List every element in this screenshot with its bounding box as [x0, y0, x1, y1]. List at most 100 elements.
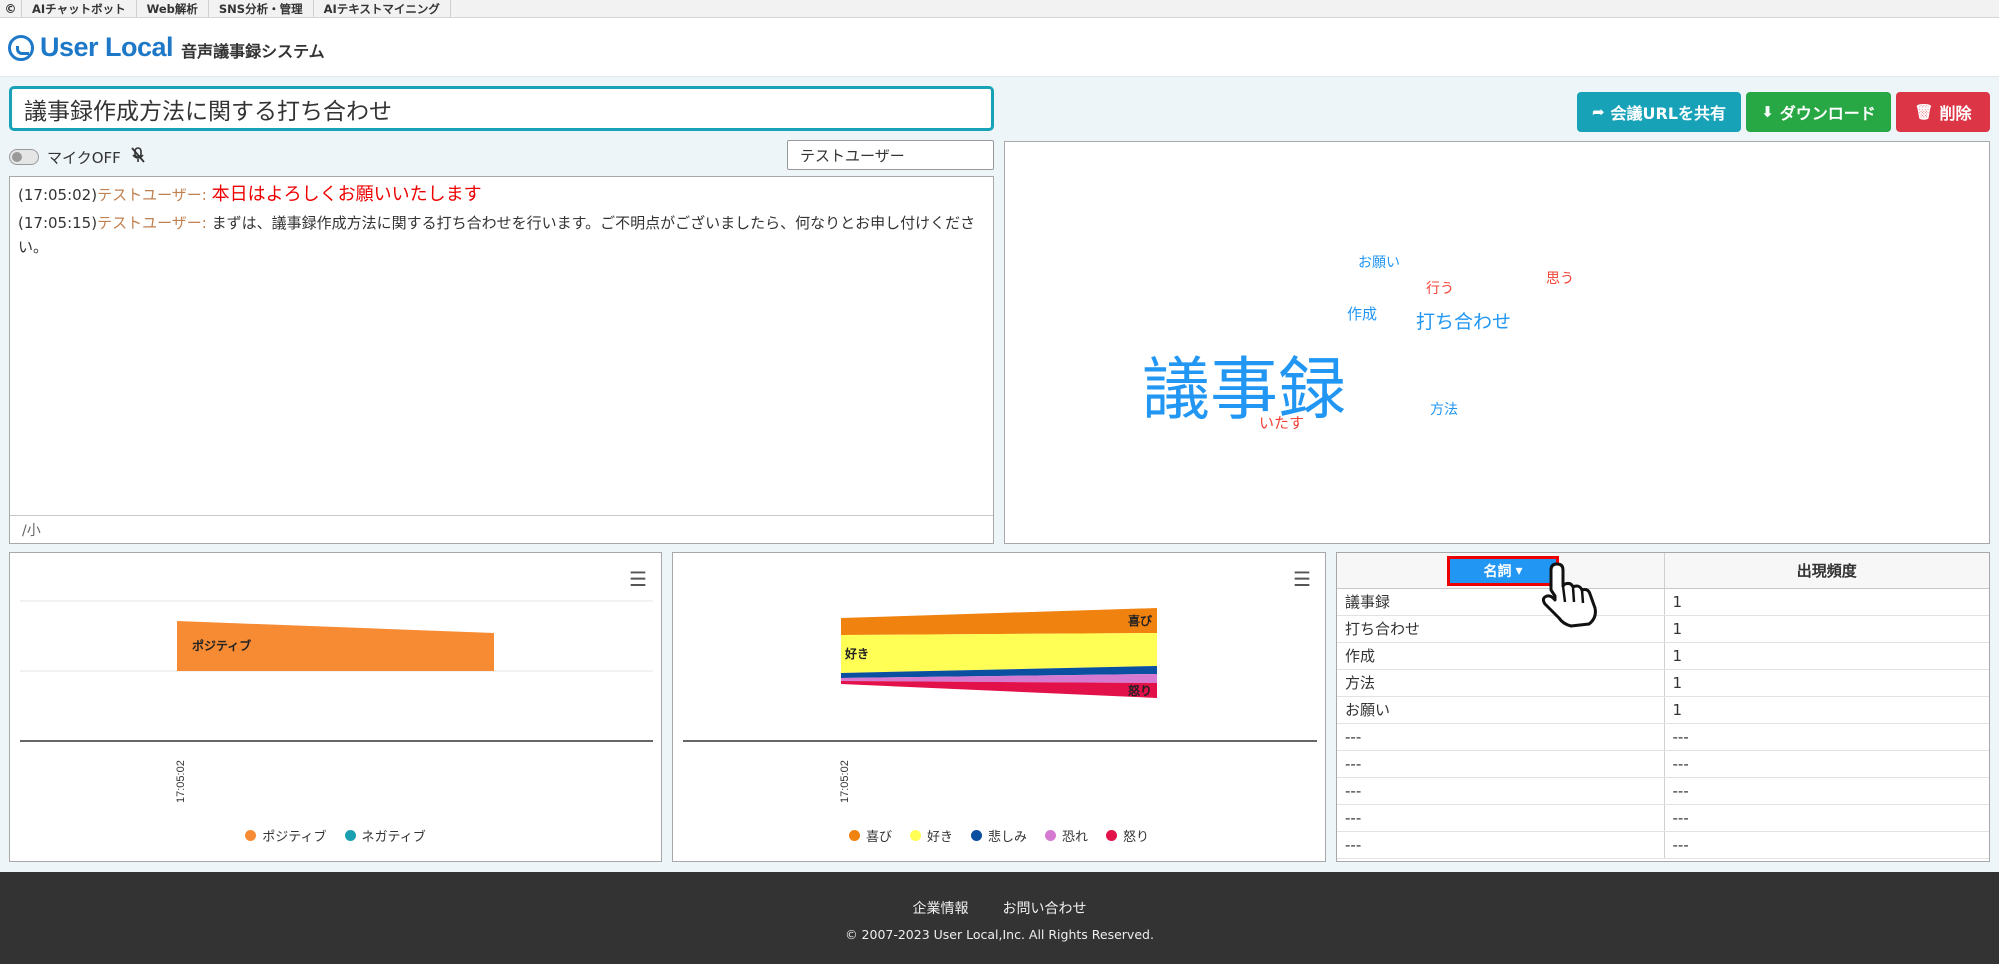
main-area: 議事録作成方法に関する打ち合わせ ➦ 会議URLを共有 ⬇ ダウンロード 🗑 削…	[0, 77, 1999, 872]
share-icon: ➦	[1591, 103, 1605, 121]
table-row: 議事録 1	[1337, 588, 1989, 616]
share-url-label: 会議URLを共有	[1610, 104, 1727, 123]
transcript-time: (17:05:02)	[18, 186, 98, 204]
table-row: --- ---	[1337, 804, 1989, 832]
product-link-web-analytics[interactable]: Web解析	[137, 0, 209, 17]
share-url-button[interactable]: ➦ 会議URLを共有	[1577, 92, 1741, 132]
word-cell: 議事録	[1337, 588, 1665, 616]
table-row: --- ---	[1337, 750, 1989, 778]
legend-dot	[344, 830, 356, 841]
part-of-speech-header: 名詞 ▾	[1337, 553, 1665, 589]
transcript-footer: /小	[10, 515, 993, 543]
table-row: --- ---	[1337, 777, 1989, 805]
footer-link-contact[interactable]: お問い合わせ	[1003, 898, 1087, 918]
product-link-sns[interactable]: SNS分析・管理	[209, 0, 314, 17]
delete-label: 削除	[1939, 104, 1972, 123]
transcript-speaker: テストユーザー:	[97, 214, 207, 232]
legend-item-negative[interactable]: ネガティブ	[344, 826, 426, 845]
word-cell: ---	[1337, 804, 1665, 832]
legend-item-positive[interactable]: ポジティブ	[245, 826, 327, 845]
word-cloud-word: いたす	[1259, 414, 1305, 432]
count-cell: ---	[1664, 831, 1989, 859]
word-cell: ---	[1337, 750, 1665, 778]
frequency-header: 出現頻度	[1664, 553, 1989, 589]
word-cell: ---	[1337, 723, 1665, 751]
legend-item-anger[interactable]: 怒り	[1106, 826, 1149, 845]
word-cloud-panel: 議事録 打ち合わせ 作成 方法 お願い 行う 思う いたす	[1004, 141, 1990, 544]
table-row: --- ---	[1337, 831, 1989, 859]
delete-button[interactable]: 🗑 削除	[1896, 92, 1990, 132]
legend-dot	[245, 830, 257, 841]
word-cloud-word: 議事録	[1142, 351, 1347, 430]
sentiment-chart: ポジティブ 17:05:02	[20, 600, 653, 803]
word-cloud-word: 方法	[1430, 402, 1458, 418]
table-row: 打ち合わせ 1	[1337, 615, 1989, 643]
legend-label: 喜び	[865, 830, 892, 845]
mic-control: マイクOFF	[9, 144, 309, 170]
word-cell: お願い	[1337, 696, 1665, 724]
speaker-select[interactable]: テストユーザー	[787, 140, 994, 170]
x-tick-label: 17:05:02	[839, 760, 851, 803]
mic-toggle[interactable]	[9, 149, 39, 165]
mic-off-icon	[129, 146, 147, 168]
download-button[interactable]: ⬇ ダウンロード	[1746, 92, 1891, 132]
legend-item-joy[interactable]: 喜び	[848, 826, 892, 845]
product-bar: © AIチャットボット Web解析 SNS分析・管理 AIテキストマイニング	[0, 0, 1999, 18]
anger-label: 怒り	[1128, 683, 1152, 698]
transcript-time: (17:05:15)	[18, 214, 98, 232]
anger-area	[841, 681, 1157, 698]
download-label: ダウンロード	[1779, 104, 1876, 123]
count-cell: 1	[1664, 588, 1989, 616]
count-cell: ---	[1664, 777, 1989, 805]
hand-pointer-cursor-icon	[1537, 560, 1603, 634]
legend-label: 悲しみ	[987, 830, 1027, 845]
emotion-legend: 喜び 好き 悲しみ 恐れ 怒り	[673, 826, 1325, 845]
site-footer: 企業情報 お問い合わせ © 2007-2023 User Local,Inc. …	[0, 872, 1999, 964]
count-cell: ---	[1664, 804, 1989, 832]
transcript-text: 本日はよろしくお願いいたします	[211, 184, 482, 205]
product-link-text-mining[interactable]: AIテキストマイニング	[314, 0, 451, 17]
file-download-icon: ⬇	[1761, 103, 1774, 121]
system-name: 音声議事録システム	[181, 41, 325, 61]
legend-label: 怒り	[1123, 830, 1150, 845]
joy-area	[841, 608, 1157, 635]
transcript-panel[interactable]: (17:05:02)テストユーザー: 本日はよろしくお願いいたします (17:0…	[9, 176, 994, 544]
emotion-chart: 喜び 好き 怒り 17:05:02	[683, 608, 1317, 803]
count-cell: 1	[1664, 615, 1989, 643]
count-cell: ---	[1664, 723, 1989, 751]
legend-label: ポジティブ	[262, 830, 327, 845]
legend-item-fear[interactable]: 恐れ	[1045, 826, 1088, 845]
legend-label: 恐れ	[1062, 830, 1089, 845]
meeting-title-input[interactable]: 議事録作成方法に関する打ち合わせ	[9, 86, 994, 131]
word-frequency-table: 名詞 ▾ 出現頻度 議事録 1 打ち合わせ 1 作成 1 方法 1 お願い 1 --- --…	[1337, 553, 1989, 859]
like-area	[841, 633, 1157, 673]
word-cell: 方法	[1337, 669, 1665, 697]
caret-down-icon: ▾	[1515, 563, 1523, 579]
word-cloud-word: 打ち合わせ	[1416, 311, 1512, 333]
legend-item-like[interactable]: 好き	[909, 826, 953, 845]
footer-link-company[interactable]: 企業情報	[913, 898, 969, 918]
word-cloud-word: お願い	[1358, 255, 1400, 271]
legend-item-sadness[interactable]: 悲しみ	[970, 826, 1027, 845]
table-row: お願い 1	[1337, 696, 1989, 724]
word-cell: 打ち合わせ	[1337, 615, 1665, 643]
site-header: User Local 音声議事録システム	[0, 19, 1999, 77]
userlocal-mini-icon[interactable]: ©	[0, 0, 22, 17]
legend-label: 好き	[926, 830, 953, 845]
word-cell: ---	[1337, 777, 1665, 805]
legend-dot	[1106, 830, 1118, 841]
legend-dot	[970, 830, 982, 841]
word-cloud-word: 作成	[1347, 305, 1378, 323]
userlocal-logo-icon[interactable]	[8, 34, 34, 61]
transcript-line: (17:05:02)テストユーザー: 本日はよろしくお願いいたします	[18, 183, 985, 207]
count-cell: 1	[1664, 669, 1989, 697]
sentiment-chart-panel: ☰ ポジティブ 17:05:02 ポジティブ ネガティブ	[9, 552, 662, 862]
product-link-chatbot[interactable]: AIチャットボット	[22, 0, 137, 17]
copyright: © 2007-2023 User Local,Inc. All Rights R…	[845, 927, 1154, 942]
count-cell: 1	[1664, 696, 1989, 724]
transcript-speaker: テストユーザー:	[97, 186, 207, 204]
word-cell: ---	[1337, 831, 1665, 859]
logo-text[interactable]: User Local	[40, 32, 174, 63]
mic-status-label: マイクOFF	[47, 148, 121, 167]
count-cell: 1	[1664, 642, 1989, 670]
